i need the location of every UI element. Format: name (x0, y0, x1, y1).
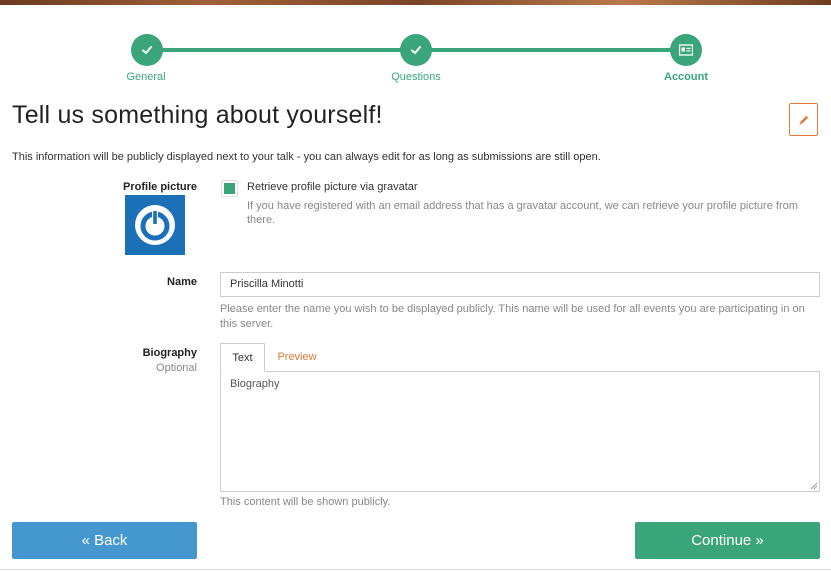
gravatar-checkbox-label[interactable]: Retrieve profile picture via gravatar (247, 181, 418, 193)
step-general-dot[interactable] (131, 34, 163, 66)
power-icon (135, 205, 175, 245)
checkbox-checked-mark (224, 183, 235, 194)
step-questions-dot[interactable] (400, 34, 432, 66)
name-help-text: Please enter the name you wish to be dis… (220, 303, 805, 330)
check-icon (142, 46, 152, 54)
step-label-general[interactable]: General (86, 71, 206, 83)
step-label-account: Account (664, 71, 708, 83)
footer-divider (0, 569, 831, 570)
progress-stepper: General Questions Account (0, 0, 831, 95)
name-label: Name (167, 276, 197, 288)
step-label-questions[interactable]: Questions (356, 71, 476, 83)
resize-handle-icon[interactable] (810, 482, 818, 490)
gravatar-checkbox[interactable] (221, 180, 238, 197)
intro-text: This information will be publicly displa… (12, 151, 601, 163)
profile-picture-label: Profile picture (123, 181, 197, 193)
biography-placeholder: Biography (230, 378, 280, 390)
pencil-icon (799, 115, 808, 124)
avatar (125, 195, 185, 255)
gravatar-help-text: If you have registered with an email add… (247, 200, 798, 226)
page-title: Tell us something about yourself! (12, 101, 383, 129)
tab-preview[interactable]: Preview (266, 343, 328, 372)
biography-help-text: This content will be shown publicly. (220, 496, 391, 508)
biography-label: Biography (142, 347, 197, 359)
biography-textarea[interactable]: Biography (220, 371, 820, 492)
tab-text[interactable]: Text (220, 343, 265, 372)
step-connector (416, 48, 686, 52)
name-input[interactable]: Priscilla Minotti (220, 272, 820, 297)
edit-button[interactable] (789, 103, 818, 136)
step-connector (146, 48, 416, 52)
biography-optional-label: Optional (156, 362, 197, 374)
back-button[interactable]: « Back (12, 522, 197, 559)
id-card-icon (679, 44, 693, 56)
step-account-dot (670, 34, 702, 66)
check-icon (411, 46, 421, 54)
continue-button[interactable]: Continue » (635, 522, 820, 559)
